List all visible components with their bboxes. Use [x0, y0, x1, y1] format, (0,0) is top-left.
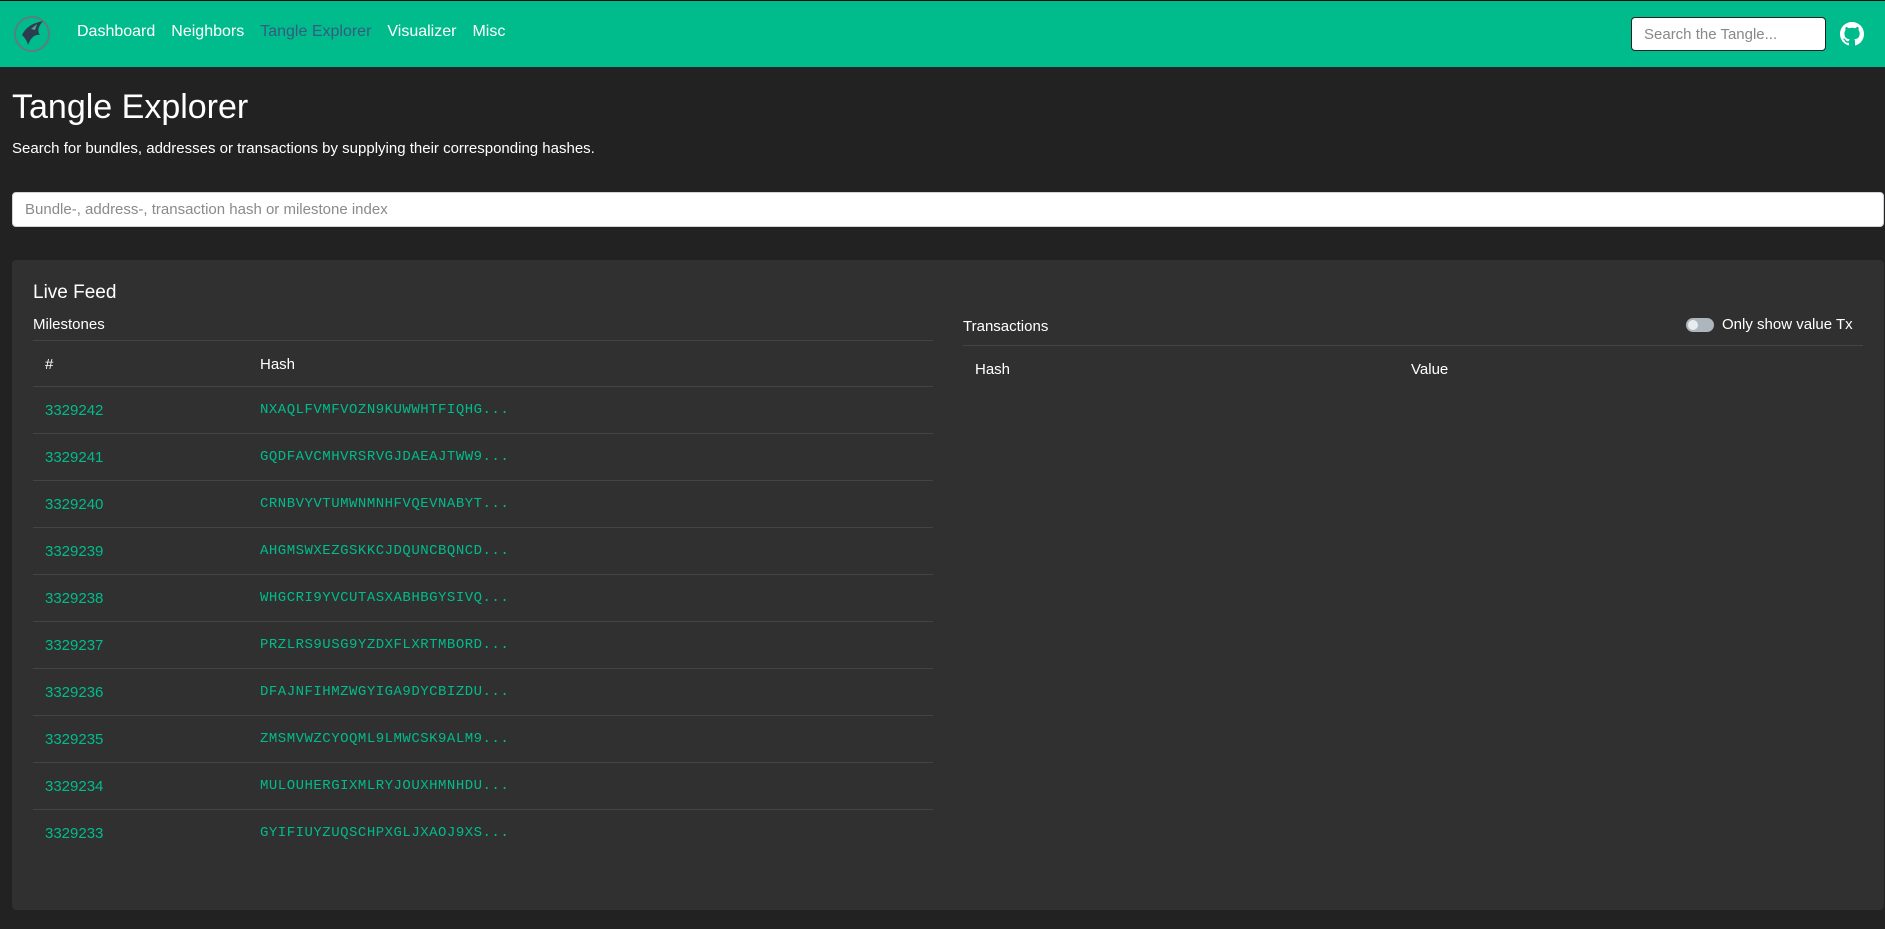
milestone-row: 3329238 WHGCRI9YVCUTASXABHBGYSIVQ...: [33, 575, 933, 622]
milestone-index-link[interactable]: 3329236: [45, 684, 103, 701]
milestone-index-link[interactable]: 3329242: [45, 402, 103, 419]
milestone-row: 3329236 DFAJNFIHMZWGYIGA9DYCBIZDU...: [33, 669, 933, 716]
column-header-hash: Hash: [260, 356, 296, 373]
column-header-tx-hash: Hash: [975, 361, 1011, 378]
nav-search-input[interactable]: [1631, 17, 1826, 51]
milestone-hash-link[interactable]: CRNBVYVTUMWNMNHFVQEVNABYT...: [260, 496, 509, 512]
nav-links: Dashboard Neighbors Tangle Explorer Visu…: [77, 23, 505, 41]
milestones-table: # Hash 3329242 NXAQLFVMFVOZN9KUWWHTFIQHG.…: [33, 340, 933, 857]
live-feed-card: Live Feed Milestones # Hash 3329242 NXAQL…: [12, 260, 1884, 910]
milestone-hash-link[interactable]: DFAJNFIHMZWGYIGA9DYCBIZDU...: [260, 684, 509, 700]
page-title: Tangle Explorer: [12, 88, 249, 126]
milestone-row: 3329237 PRZLRS9USG9YZDXFLXRTMBORD...: [33, 622, 933, 669]
milestone-hash-link[interactable]: WHGCRI9YVCUTASXABHBGYSIVQ...: [260, 590, 509, 606]
nav-link-neighbors[interactable]: Neighbors: [171, 23, 244, 41]
hummingbird-logo-icon[interactable]: [13, 15, 51, 53]
milestone-hash-link[interactable]: GYIFIUYZUQSCHPXGLJXAOJ9XS...: [260, 825, 509, 841]
milestone-row: 3329239 AHGMSWXEZGSKKCJDQUNCBQNCD...: [33, 528, 933, 575]
milestone-index-link[interactable]: 3329239: [45, 543, 103, 560]
transactions-table-header: Hash Value: [963, 345, 1863, 392]
milestone-index-link[interactable]: 3329240: [45, 496, 103, 513]
milestone-row: 3329234 MULOUHERGIXMLRYJOUXHMNHDU...: [33, 763, 933, 810]
milestones-table-body: 3329242 NXAQLFVMFVOZN9KUWWHTFIQHG... 33292…: [33, 387, 933, 857]
toggle-switch[interactable]: [1686, 317, 1714, 332]
column-header-index: #: [45, 356, 54, 373]
milestones-table-header: # Hash: [33, 340, 933, 387]
milestone-hash-link[interactable]: MULOUHERGIXMLRYJOUXHMNHDU...: [260, 778, 509, 794]
nav-link-tangle-explorer[interactable]: Tangle Explorer: [260, 23, 371, 41]
milestone-row: 3329241 GQDFAVCMHVRSRVGJDAEAJTWW9...: [33, 434, 933, 481]
milestone-hash-link[interactable]: NXAQLFVMFVOZN9KUWWHTFIQHG...: [260, 402, 509, 418]
milestone-index-link[interactable]: 3329235: [45, 731, 103, 748]
milestone-hash-link[interactable]: AHGMSWXEZGSKKCJDQUNCBQNCD...: [260, 543, 509, 559]
milestone-row: 3329233 GYIFIUYZUQSCHPXGLJXAOJ9XS...: [33, 810, 933, 857]
milestone-hash-link[interactable]: PRZLRS9USG9YZDXFLXRTMBORD...: [260, 637, 509, 653]
milestone-index-link[interactable]: 3329233: [45, 825, 103, 842]
milestone-hash-link[interactable]: GQDFAVCMHVRSRVGJDAEAJTWW9...: [260, 449, 509, 465]
milestone-hash-link[interactable]: ZMSMVWZCYOQML9LMWCSK9ALM9...: [260, 731, 509, 747]
nav-link-misc[interactable]: Misc: [472, 23, 505, 41]
live-feed-title: Live Feed: [33, 282, 117, 303]
value-tx-toggle[interactable]: Only show value Tx: [1686, 316, 1853, 333]
explorer-search-input[interactable]: [12, 192, 1884, 227]
github-icon[interactable]: [1840, 22, 1864, 46]
milestone-index-link[interactable]: 3329234: [45, 778, 103, 795]
transactions-label: Transactions: [963, 318, 1049, 335]
milestones-label: Milestones: [33, 316, 105, 333]
milestone-index-link[interactable]: 3329238: [45, 590, 103, 607]
milestone-row: 3329235 ZMSMVWZCYOQML9LMWCSK9ALM9...: [33, 716, 933, 763]
toggle-knob: [1688, 319, 1698, 330]
nav-link-dashboard[interactable]: Dashboard: [77, 23, 155, 41]
milestone-row: 3329240 CRNBVYVTUMWNMNHFVQEVNABYT...: [33, 481, 933, 528]
nav-link-visualizer[interactable]: Visualizer: [387, 23, 456, 41]
toggle-label: Only show value Tx: [1722, 316, 1853, 333]
page-subtitle: Search for bundles, addresses or transac…: [12, 140, 595, 157]
milestone-index-link[interactable]: 3329237: [45, 637, 103, 654]
milestone-row: 3329242 NXAQLFVMFVOZN9KUWWHTFIQHG...: [33, 387, 933, 434]
milestone-index-link[interactable]: 3329241: [45, 449, 103, 466]
column-header-tx-value: Value: [1411, 361, 1449, 378]
navbar: Dashboard Neighbors Tangle Explorer Visu…: [0, 0, 1885, 67]
